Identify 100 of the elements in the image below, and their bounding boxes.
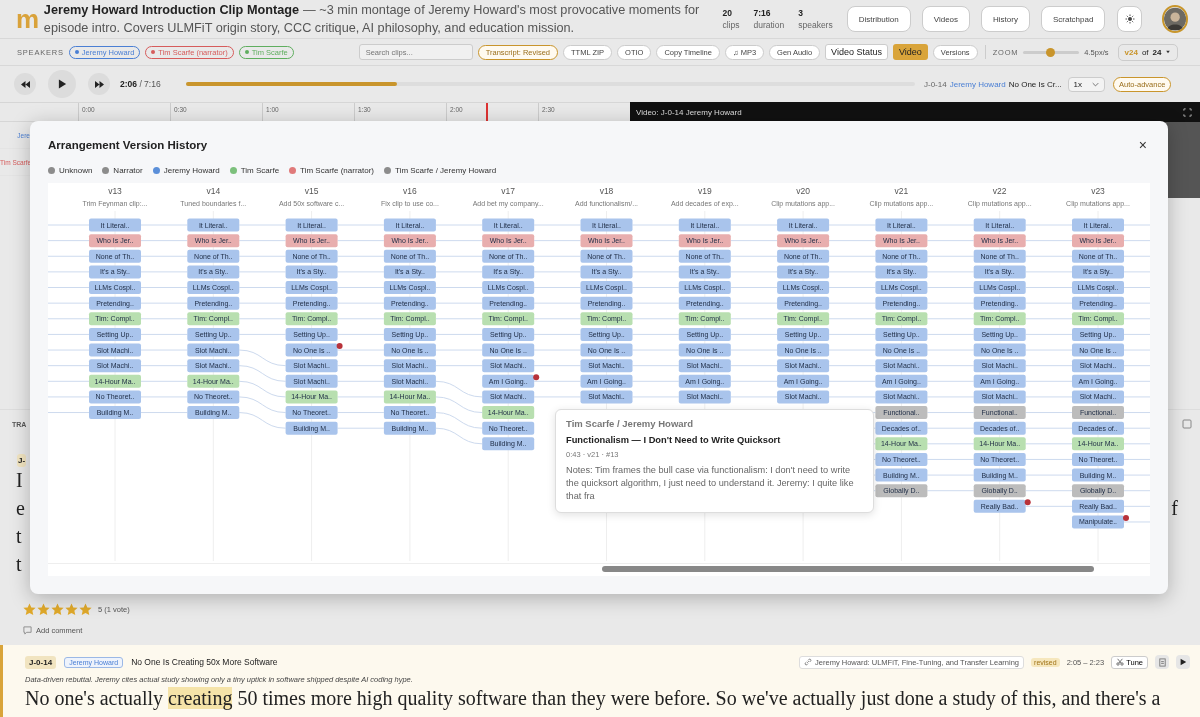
lane-line	[1025, 365, 1073, 367]
transcript-text: No one's actually creating 50 times more high quality software than they were before. So we've actually just done a study of this, and there's a	[25, 687, 1162, 710]
lane-line	[926, 318, 975, 320]
lane-line	[435, 333, 483, 335]
clip-title: No One Is Cr...	[1008, 79, 1062, 89]
lane-line	[1025, 443, 1073, 445]
notes-button[interactable]	[1155, 655, 1169, 669]
legend-label: Narrator	[113, 166, 143, 175]
star-icon[interactable]	[51, 602, 64, 616]
lane-line	[435, 240, 483, 242]
play-clip-button[interactable]	[1176, 655, 1190, 669]
legend-label: Jeremy Howard	[163, 166, 220, 175]
nav-button[interactable]: Scratchpad	[1040, 6, 1106, 32]
lane-line	[1123, 490, 1150, 492]
scrollbar-thumb[interactable]	[602, 566, 1094, 572]
lane-line	[533, 365, 581, 367]
lane-line	[238, 396, 287, 414]
lane-line	[238, 255, 287, 257]
lane-line	[926, 333, 975, 335]
lane-line	[337, 380, 385, 382]
nav-button[interactable]: History	[981, 6, 1030, 32]
fast-forward-button[interactable]	[88, 73, 110, 95]
lane-line	[1123, 380, 1150, 382]
lane-line	[238, 302, 287, 304]
lane-line	[533, 318, 581, 320]
version-label: v16	[403, 186, 417, 196]
version-select[interactable]: v24 of 24	[1117, 43, 1179, 61]
lane-line	[140, 365, 188, 367]
stat-label: speakers	[798, 19, 833, 31]
avatar[interactable]	[1161, 5, 1188, 33]
nav-button[interactable]: Distribution	[846, 6, 911, 32]
fast-forward-icon	[93, 79, 105, 89]
lane-line	[828, 318, 876, 320]
transcript-text: e	[16, 497, 25, 521]
tooltip-title: Functionalism — I Don't Need to Write Quicksort	[566, 435, 782, 445]
lane-line	[730, 365, 778, 367]
stat-value: 20	[722, 7, 733, 19]
lane-line	[1123, 333, 1150, 335]
nav-button[interactable]: Videos	[921, 6, 971, 32]
lane-line	[533, 287, 581, 288]
lane-line	[828, 333, 876, 335]
version-label: v14	[206, 186, 221, 196]
close-button[interactable]: ×	[1135, 137, 1150, 153]
lane-line	[1123, 443, 1150, 445]
speed-select[interactable]: 1x	[1067, 76, 1106, 92]
lane-line	[435, 396, 483, 414]
star-icon[interactable]	[79, 602, 92, 616]
video-toggle[interactable]: Video	[893, 44, 928, 60]
transcript-text: I	[16, 469, 23, 493]
caret-icon	[1165, 49, 1172, 55]
play-button[interactable]	[48, 70, 76, 98]
rewind-button[interactable]	[14, 73, 36, 95]
lane-line	[1025, 333, 1073, 335]
legend-label: Tim Scarfe (narrator)	[300, 166, 375, 175]
lane-line	[632, 240, 680, 242]
lane-line	[435, 302, 483, 304]
lane-line	[632, 255, 680, 257]
version-label: v19	[697, 186, 712, 196]
lane-line	[1025, 427, 1073, 429]
lane-line	[1025, 380, 1073, 382]
lane-line	[435, 318, 483, 320]
lane-line	[926, 255, 975, 257]
stat-label: clips	[722, 19, 740, 31]
lane-line	[337, 412, 385, 414]
star-icon[interactable]	[65, 602, 78, 616]
lane-line	[926, 287, 975, 288]
stat-value: 3	[798, 7, 804, 19]
lane-line	[435, 427, 483, 445]
sun-icon	[1124, 14, 1135, 24]
lane-line	[140, 255, 188, 257]
clip-id-badge: J-0-14	[25, 655, 57, 669]
version-label: v20	[796, 186, 810, 196]
lane-line	[1123, 412, 1150, 414]
lane-line	[1123, 427, 1150, 429]
toolbar-button[interactable]: Video Status	[825, 44, 888, 60]
lane-line	[337, 365, 385, 367]
star-rating[interactable]	[23, 602, 92, 616]
chevron-icon	[1092, 80, 1100, 88]
lane-line	[238, 412, 287, 429]
lane-line	[1123, 365, 1150, 367]
lane-line	[140, 302, 188, 304]
lane-line	[1123, 255, 1150, 257]
lane-line	[533, 333, 581, 335]
link-icon	[804, 658, 813, 666]
lane-line	[1123, 240, 1150, 242]
lane-line	[730, 318, 778, 320]
lane-line	[48, 380, 90, 382]
star-icon[interactable]	[23, 602, 36, 616]
lane-line	[337, 427, 385, 429]
lane-line	[1025, 302, 1073, 304]
lane-line	[140, 287, 188, 288]
lane-line	[730, 333, 778, 335]
lane-line	[533, 255, 581, 257]
lane-line	[435, 365, 483, 367]
progress-bar[interactable]	[186, 82, 915, 86]
theme-button[interactable]	[1117, 6, 1142, 32]
legend-label: Unknown	[59, 166, 93, 175]
star-icon[interactable]	[37, 602, 50, 616]
lane-line	[48, 333, 90, 335]
lane-line	[238, 380, 287, 398]
